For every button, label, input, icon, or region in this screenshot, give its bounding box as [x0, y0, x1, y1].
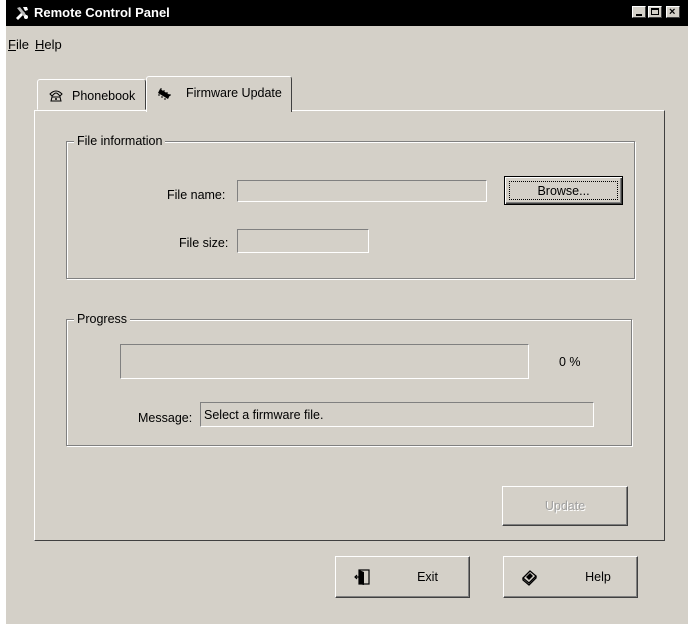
file-name-label: File name: — [167, 188, 226, 202]
progress-bar — [120, 344, 529, 379]
title-bar[interactable]: Remote Control Panel × — [6, 0, 688, 26]
file-information-group: File information File name: Browse... Fi… — [66, 133, 635, 279]
progress-group-label: Progress — [74, 311, 131, 327]
browse-button-label: Browse... — [537, 183, 590, 198]
close-icon: × — [669, 6, 676, 18]
progress-group: Progress 0 % Message: — [66, 311, 632, 446]
file-size-field[interactable] — [237, 229, 369, 253]
close-button[interactable]: × — [666, 6, 680, 18]
tab-firmware-update-label: Firmware Update — [186, 86, 282, 100]
exit-button-label: Exit — [417, 570, 438, 584]
menu-file-rest: ile — [15, 37, 29, 52]
tab-firmware-update[interactable]: Firmware Update — [146, 76, 292, 112]
message-label: Message: — [138, 411, 193, 425]
exit-button[interactable]: Exit — [335, 556, 470, 598]
menu-help-mnemonic: H — [35, 37, 45, 52]
menu-file[interactable]: File — [8, 37, 29, 53]
menu-bar: File Help — [6, 26, 688, 52]
phone-icon — [49, 90, 63, 102]
maximize-icon — [651, 8, 659, 15]
file-information-group-label: File information — [74, 133, 166, 149]
tab-phonebook-label: Phonebook — [72, 89, 136, 103]
maximize-button[interactable] — [648, 6, 662, 18]
file-size-label: File size: — [179, 236, 229, 250]
help-button-label: Help — [585, 570, 611, 584]
menu-help[interactable]: Help — [35, 37, 62, 53]
browse-button[interactable]: Browse... — [504, 176, 623, 205]
message-field[interactable] — [200, 402, 594, 427]
help-book-icon — [522, 570, 537, 586]
help-button[interactable]: Help — [503, 556, 638, 598]
minimize-button[interactable] — [632, 6, 646, 18]
menu-file-mnemonic: F — [8, 37, 16, 52]
menu-help-rest: elp — [44, 37, 62, 52]
firmware-update-panel: File information File name: Browse... Fi… — [34, 110, 665, 541]
progress-percent: 0 % — [559, 355, 581, 369]
minimize-icon — [636, 14, 642, 16]
update-button[interactable]: Update — [502, 486, 628, 526]
update-button-label: Update — [544, 499, 586, 513]
chip-icon — [158, 88, 171, 100]
window-title: Remote Control Panel — [34, 5, 170, 20]
file-name-field[interactable] — [237, 180, 487, 202]
tab-phonebook[interactable]: Phonebook — [37, 79, 146, 110]
exit-door-icon — [354, 569, 370, 585]
app-window: Remote Control Panel × File Help Phonebo… — [6, 0, 688, 624]
tools-icon — [16, 7, 28, 20]
